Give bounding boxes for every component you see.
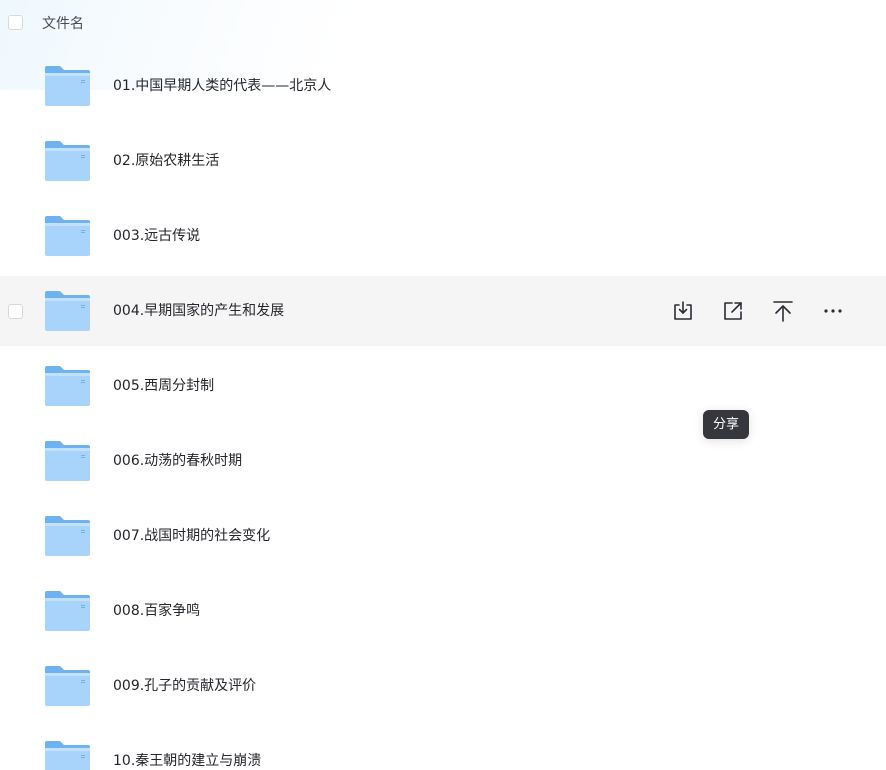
file-row[interactable]: 008.百家争鸣: [0, 573, 886, 648]
file-name[interactable]: 02.原始农耕生活: [113, 151, 219, 171]
more-button[interactable]: [820, 298, 846, 324]
file-row[interactable]: 007.战国时期的社会变化: [0, 498, 886, 573]
folder-icon: [45, 441, 90, 481]
file-name[interactable]: 003.远古传说: [113, 226, 200, 246]
file-name[interactable]: 009.孔子的贡献及评价: [113, 676, 256, 696]
row-actions: [646, 298, 846, 324]
file-row[interactable]: 01.中国早期人类的代表——北京人: [0, 48, 886, 123]
download-icon: [674, 301, 692, 320]
file-row[interactable]: 02.原始农耕生活: [0, 123, 886, 198]
move-top-icon: [773, 301, 793, 322]
more-icon: [824, 309, 842, 313]
file-name[interactable]: 007.战国时期的社会变化: [113, 526, 270, 546]
file-name[interactable]: 008.百家争鸣: [113, 601, 200, 621]
file-row[interactable]: 10.秦王朝的建立与崩溃: [0, 723, 886, 770]
folder-icon: [45, 216, 90, 256]
folder-icon: [45, 141, 90, 181]
file-row[interactable]: 005.西周分封制: [0, 348, 886, 423]
folder-icon: [45, 66, 90, 106]
file-name[interactable]: 10.秦王朝的建立与崩溃: [113, 751, 261, 770]
share-icon: [724, 302, 742, 320]
move-to-top-button[interactable]: [770, 298, 796, 324]
file-row[interactable]: 009.孔子的贡献及评价: [0, 648, 886, 723]
file-row-hovered[interactable]: 004.早期国家的产生和发展: [0, 276, 886, 346]
column-header-filename[interactable]: 文件名: [42, 14, 84, 34]
file-list-header: 文件名: [0, 0, 886, 48]
file-list: 01.中国早期人类的代表——北京人 02.原始农耕生活 003.远古传说 004…: [0, 48, 886, 770]
file-name[interactable]: 01.中国早期人类的代表——北京人: [113, 76, 331, 96]
file-name[interactable]: 005.西周分封制: [113, 376, 214, 396]
folder-icon: [45, 291, 90, 331]
file-row[interactable]: 003.远古传说: [0, 198, 886, 273]
folder-icon: [45, 591, 90, 631]
file-row[interactable]: 006.动荡的春秋时期: [0, 423, 886, 498]
select-all-checkbox[interactable]: [8, 15, 23, 30]
download-button[interactable]: [670, 298, 696, 324]
folder-icon: [45, 741, 90, 770]
share-button[interactable]: [720, 298, 746, 324]
share-tooltip: 分享: [703, 410, 750, 439]
folder-icon: [45, 666, 90, 706]
file-name[interactable]: 004.早期国家的产生和发展: [113, 301, 284, 321]
file-browser: 文件名 01.中国早期人类的代表——北京人 02.原始农耕生活 003.远古传说…: [0, 0, 886, 770]
row-checkbox[interactable]: [8, 304, 23, 319]
folder-icon: [45, 516, 90, 556]
folder-icon: [45, 366, 90, 406]
file-name[interactable]: 006.动荡的春秋时期: [113, 451, 242, 471]
